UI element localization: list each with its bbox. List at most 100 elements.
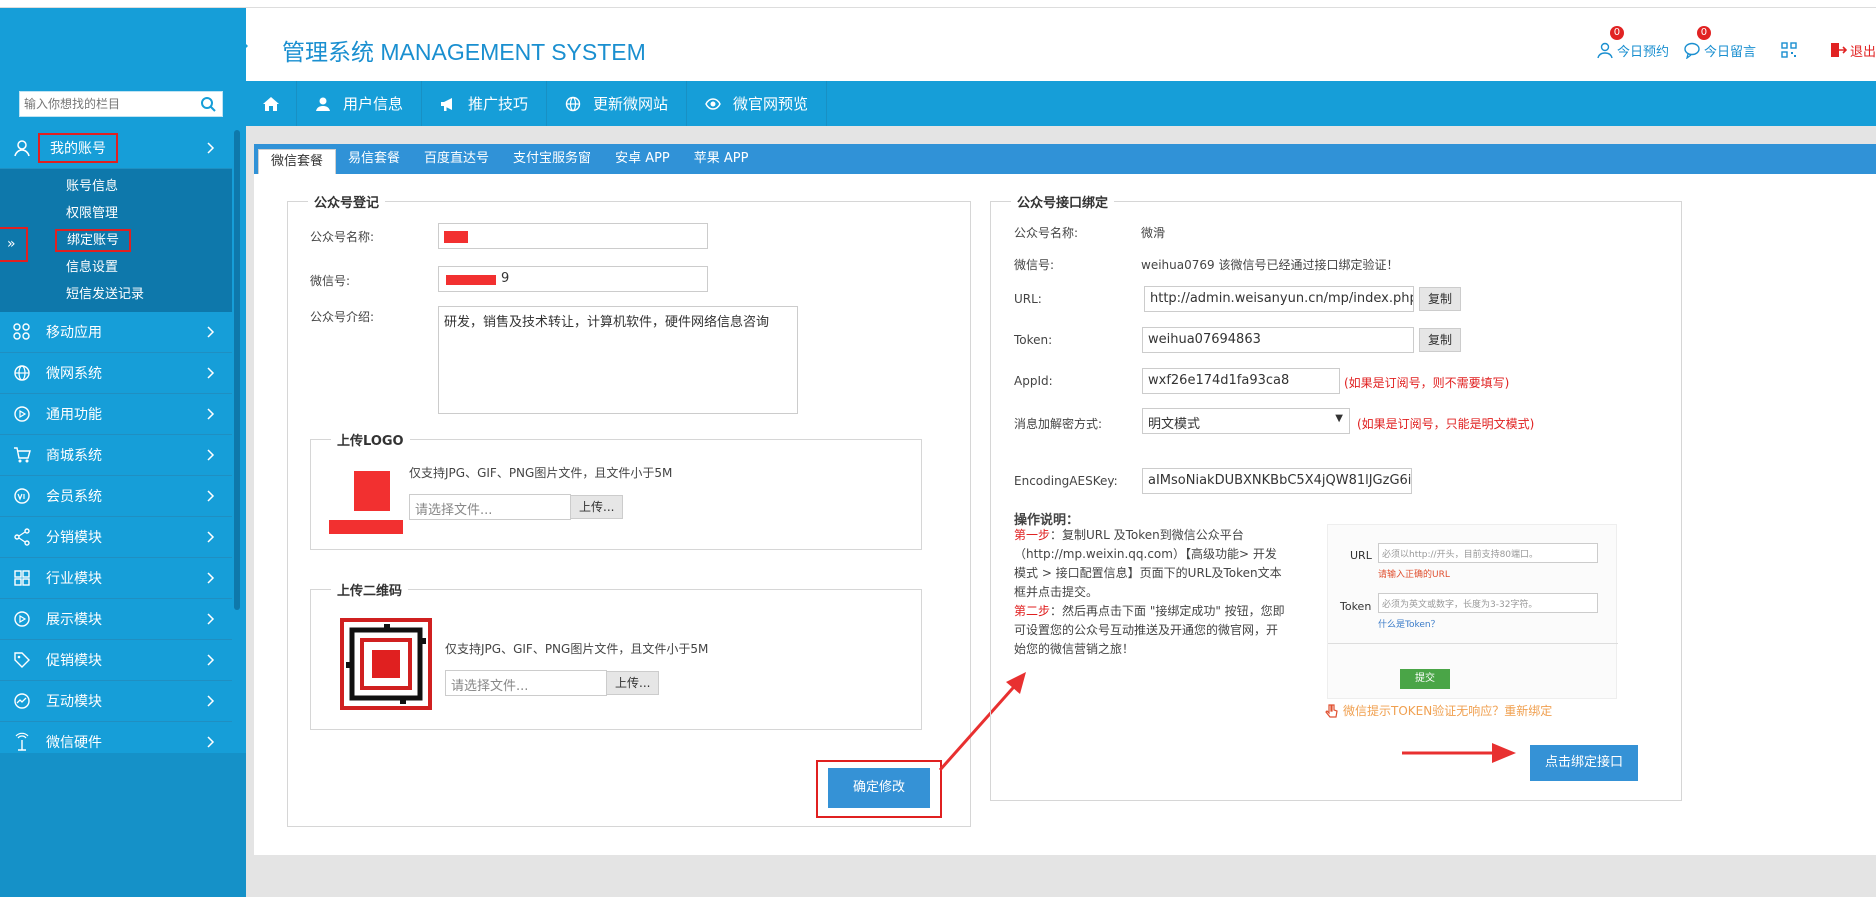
sidebar-item-industry[interactable]: 行业模块 bbox=[0, 558, 232, 599]
nav-label: 用户信息 bbox=[343, 95, 404, 113]
tab-yixin[interactable]: 易信套餐 bbox=[336, 144, 412, 174]
activity-icon bbox=[14, 693, 30, 709]
sidebar-item-display[interactable]: 展示模块 bbox=[0, 599, 232, 640]
sidebar-subitem-account-info[interactable]: 账号信息 bbox=[0, 173, 232, 200]
logout-button[interactable]: 退出 bbox=[1829, 38, 1876, 62]
sidebar-subitem-label: 账号信息 bbox=[66, 179, 119, 194]
appointments-badge: 0 bbox=[1609, 26, 1624, 40]
logo-upload-button[interactable]: 上传... bbox=[570, 495, 624, 519]
bind-account-name-label: 公众号名称: bbox=[1014, 226, 1079, 240]
chevron-right-icon bbox=[207, 572, 215, 584]
redacted-mark bbox=[444, 231, 468, 243]
nav-user-info[interactable]: 用户信息 bbox=[297, 81, 423, 126]
sidebar-submenu: 账号信息 权限管理 » 绑定账号 信息设置 短信发送记录 bbox=[0, 169, 232, 312]
account-name-input[interactable] bbox=[438, 223, 708, 249]
sidebar-subitem-permissions[interactable]: 权限管理 bbox=[0, 200, 232, 227]
intro-textarea[interactable]: 研发，销售及技术转让，计算机软件，硬件网络信息咨询 bbox=[438, 306, 798, 414]
sidebar-subitem-bind-account[interactable]: » 绑定账号 bbox=[0, 227, 232, 262]
sidebar-item-members[interactable]: 会员系统 bbox=[0, 476, 232, 517]
sidebar-scrollbar[interactable] bbox=[234, 130, 240, 610]
confirm-edit-button[interactable]: 确定修改 bbox=[828, 768, 930, 808]
tab-wechat[interactable]: 微信套餐 bbox=[258, 149, 337, 174]
search-icon[interactable] bbox=[200, 96, 216, 112]
copy-url-button[interactable]: 复制 bbox=[1419, 287, 1462, 311]
qrcode-button[interactable] bbox=[1780, 38, 1801, 62]
tab-alipay[interactable]: 支付宝服务窗 bbox=[501, 144, 603, 174]
user-icon bbox=[1597, 42, 1613, 59]
bind-interface-button[interactable]: 点击绑定接口 bbox=[1530, 745, 1638, 781]
sidebar-subitem-info-settings[interactable]: 信息设置 bbox=[0, 254, 232, 281]
annotation-arrow bbox=[1402, 743, 1516, 763]
interface-binding-legend: 公众号接口绑定 bbox=[1017, 196, 1109, 211]
browser-top-strip bbox=[0, 0, 1876, 8]
sidebar-item-label: 商城系统 bbox=[46, 448, 102, 464]
nav-label: 更新微网站 bbox=[593, 95, 669, 113]
sidebar-item-common-functions[interactable]: 通用功能 bbox=[0, 394, 232, 435]
today-appointments-button[interactable]: 0 今日预约 bbox=[1596, 26, 1669, 62]
logo-file-input[interactable]: 请选择文件... bbox=[409, 494, 571, 520]
cart-icon bbox=[14, 447, 31, 463]
logout-label: 退出 bbox=[1849, 44, 1876, 60]
example-url-input: 必须以http://开头，目前支持80端口。 bbox=[1378, 543, 1598, 563]
sidebar-footer bbox=[0, 753, 246, 897]
example-token-link: 什么是Token？ bbox=[1378, 620, 1440, 630]
qrcode-upload-button[interactable]: 上传... bbox=[606, 671, 660, 695]
nav-update-site[interactable]: 更新微网站 bbox=[547, 81, 688, 126]
header-notch bbox=[238, 36, 248, 56]
appid-hint: (如果是订阅号，则不需要填写) bbox=[1344, 376, 1510, 390]
share-icon bbox=[14, 528, 30, 546]
aes-key-input[interactable]: aIMsoNiakDUBXNKBbC5X4jQW81lJGzG6iW bbox=[1142, 468, 1412, 494]
step2-body: ：然后再点击下面 "接绑定成功" 按钮，您即可设置您的公众号互动推送及开通您的微… bbox=[1014, 604, 1285, 656]
step2-text: 第二步：然后再点击下面 "接绑定成功" 按钮，您即可设置您的公众号互动推送及开通… bbox=[1014, 602, 1286, 659]
appid-input[interactable]: wxf26e174d1fa93ca8 bbox=[1142, 368, 1340, 394]
sidebar-item-promotion[interactable]: 促销模块 bbox=[0, 640, 232, 681]
sidebar-item-distribution[interactable]: 分销模块 bbox=[0, 517, 232, 558]
vip-icon bbox=[14, 488, 30, 504]
copy-token-button[interactable]: 复制 bbox=[1419, 328, 1462, 352]
chevron-right-icon bbox=[207, 490, 215, 502]
sidebar-item-micro-site[interactable]: 微网系统 bbox=[0, 353, 232, 394]
home-icon bbox=[263, 96, 279, 111]
messages-badge: 0 bbox=[1696, 26, 1711, 40]
nav-preview-site[interactable]: 微官网预览 bbox=[687, 81, 828, 126]
tag-icon bbox=[14, 652, 30, 668]
tab-android[interactable]: 安卓 APP bbox=[603, 144, 682, 174]
token-help-link[interactable]: 微信提示TOKEN验证无响应？重新绑定 bbox=[1325, 702, 1552, 719]
redacted-mark bbox=[329, 520, 403, 534]
main-content: 微信套餐 易信套餐 百度直达号 支付宝服务窗 安卓 APP 苹果 APP 公众号… bbox=[254, 144, 1876, 855]
sidebar-item-label: 促销模块 bbox=[46, 653, 102, 669]
sidebar-item-label: 移动应用 bbox=[46, 325, 102, 341]
sidebar-menu: 我的账号 账号信息 权限管理 » 绑定账号 信息设置 短信发送记录 移动应用 微… bbox=[0, 128, 232, 763]
logout-icon bbox=[1830, 43, 1847, 57]
chevron-right-icon bbox=[207, 449, 215, 461]
encrypt-mode-select[interactable]: 明文模式 ▼ bbox=[1142, 408, 1350, 434]
sidebar-item-mobile-apps[interactable]: 移动应用 bbox=[0, 312, 232, 353]
qrcode-file-input[interactable]: 请选择文件... bbox=[445, 670, 607, 696]
url-input[interactable]: http://admin.weisanyun.cn/mp/index.php?i bbox=[1144, 286, 1414, 312]
encrypt-mode-hint: (如果是订阅号，只能是明文模式) bbox=[1357, 417, 1535, 431]
sidebar-subitem-label: 绑定账号 bbox=[55, 229, 132, 252]
globe-icon bbox=[14, 365, 30, 381]
sidebar-item-label: 我的账号 bbox=[38, 133, 118, 163]
sidebar-subitem-sms-records[interactable]: 短信发送记录 bbox=[0, 281, 232, 308]
sidebar-search-input[interactable] bbox=[20, 92, 190, 116]
user-icon bbox=[14, 140, 30, 157]
appid-label: AppId: bbox=[1014, 374, 1053, 388]
tab-baidu[interactable]: 百度直达号 bbox=[412, 144, 501, 174]
today-messages-button[interactable]: 0 今日留言 bbox=[1683, 26, 1756, 62]
bind-wechat-id-label: 微信号: bbox=[1014, 258, 1055, 272]
token-label: Token: bbox=[1014, 333, 1053, 347]
token-help-text: 微信提示TOKEN验证无响应？重新绑定 bbox=[1343, 704, 1553, 718]
aes-key-label: EncodingAESKey: bbox=[1014, 474, 1118, 488]
sidebar-item-interaction[interactable]: 互动模块 bbox=[0, 681, 232, 722]
sidebar-item-mall[interactable]: 商城系统 bbox=[0, 435, 232, 476]
token-input[interactable]: weihua07694863 bbox=[1142, 327, 1414, 353]
home-button[interactable] bbox=[246, 81, 297, 126]
step1-body: ：复制URL 及Token到微信公众平台（http://mp.weixin.qq… bbox=[1014, 528, 1282, 599]
megaphone-icon bbox=[441, 97, 453, 111]
logo-upload-legend: 上传LOGO bbox=[337, 434, 404, 449]
tab-ios[interactable]: 苹果 APP bbox=[682, 144, 761, 174]
nav-promotion-tips[interactable]: 推广技巧 bbox=[422, 81, 548, 126]
chevron-right-icon bbox=[207, 654, 215, 666]
sidebar-item-my-account[interactable]: 我的账号 bbox=[0, 128, 232, 169]
